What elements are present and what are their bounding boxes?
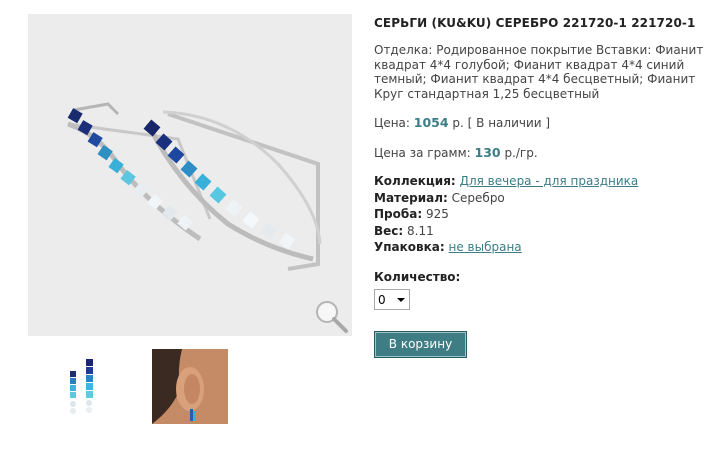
zoom-magnifier-icon[interactable] <box>312 298 350 336</box>
gram-price-suffix: р./гр. <box>504 146 538 160</box>
material-label: Материал: <box>374 190 448 205</box>
product-title: СЕРЬГИ (KU&KU) СЕРЕБРО 221720-1 221720-1 <box>374 16 696 30</box>
weight-value: 8.11 <box>407 223 434 238</box>
price-label: Цена: <box>374 116 410 130</box>
product-main-image[interactable] <box>28 14 352 336</box>
property-proba: Проба: 925 <box>374 206 638 223</box>
proba-value: 925 <box>425 207 449 221</box>
collection-label: Коллекция: <box>374 174 456 188</box>
property-weight: Вес: 8.11 <box>374 223 638 240</box>
gram-price-line: Цена за грамм: 130 р./гр. <box>374 145 538 160</box>
product-properties: Коллекция: Для вечера - для праздника Ма… <box>374 173 638 256</box>
quantity-selected-value: 0 <box>378 293 386 307</box>
gram-price-label: Цена за грамм: <box>374 146 471 160</box>
chevron-down-icon <box>397 298 405 302</box>
price-line: Цена: 1054 р. [ В наличии ] <box>374 115 550 130</box>
packaging-label: Упаковка: <box>374 240 445 254</box>
packaging-link[interactable]: не выбрана <box>449 240 522 254</box>
quantity-select[interactable]: 0 <box>374 289 410 310</box>
quantity-label: Количество: <box>374 270 461 284</box>
collection-link[interactable]: Для вечера - для праздника <box>460 174 639 188</box>
material-value: Серебро <box>451 190 505 205</box>
property-packaging: Упаковка: не выбрана <box>374 239 638 256</box>
gram-price-value: 130 <box>474 145 501 160</box>
thumbnail-earrings[interactable] <box>48 349 124 424</box>
earrings-image <box>67 102 322 271</box>
product-description: Отделка: Родированное покрытие Вставки: … <box>374 43 704 101</box>
proba-label: Проба: <box>374 207 423 221</box>
weight-label: Вес: <box>374 223 404 238</box>
price-suffix: р. [ В наличии ] <box>452 116 551 130</box>
add-to-cart-button[interactable]: В корзину <box>374 331 467 358</box>
property-material: Материал: Серебро <box>374 190 638 207</box>
price-value: 1054 <box>413 115 449 130</box>
property-collection: Коллекция: Для вечера - для праздника <box>374 173 638 190</box>
thumbnail-model-ear[interactable] <box>152 349 228 424</box>
